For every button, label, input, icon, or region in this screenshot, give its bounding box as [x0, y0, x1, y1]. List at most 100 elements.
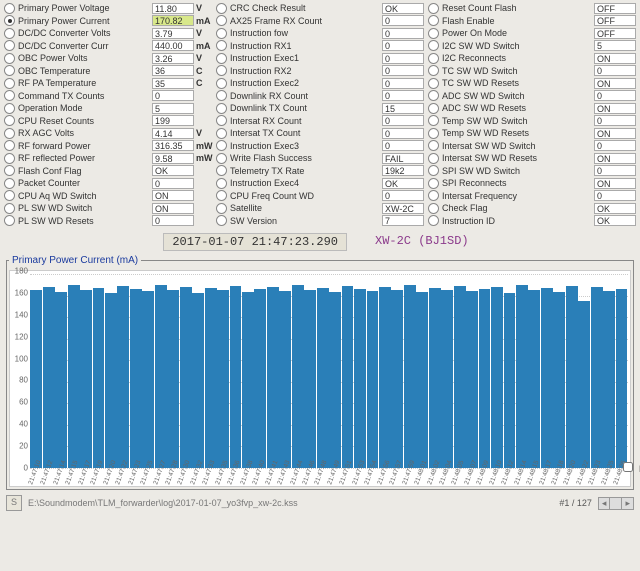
- radio-button[interactable]: [4, 153, 15, 164]
- telemetry-row[interactable]: I2C SW WD Switch5: [428, 40, 636, 53]
- telemetry-row[interactable]: RF forward Power316.35mW: [4, 140, 212, 153]
- radio-button[interactable]: [216, 28, 227, 39]
- telemetry-row[interactable]: Primary Power Current170.82mA: [4, 15, 212, 28]
- radio-button[interactable]: [216, 178, 227, 189]
- radio-button[interactable]: [4, 3, 15, 14]
- radio-button[interactable]: [216, 78, 227, 89]
- telemetry-row[interactable]: ADC SW WD Switch0: [428, 90, 636, 103]
- scrollbar[interactable]: ◂ ▸: [598, 497, 634, 510]
- telemetry-row[interactable]: Instruction RX20: [216, 65, 424, 78]
- radio-button[interactable]: [428, 140, 439, 151]
- radio-button[interactable]: [428, 190, 439, 201]
- telemetry-row[interactable]: RF PA Temperature35C: [4, 77, 212, 90]
- radio-button[interactable]: [428, 128, 439, 139]
- radio-button[interactable]: [216, 15, 227, 26]
- radio-button[interactable]: [4, 65, 15, 76]
- radio-button[interactable]: [4, 15, 15, 26]
- telemetry-row[interactable]: Check FlagOK: [428, 202, 636, 215]
- radio-button[interactable]: [216, 115, 227, 126]
- radio-button[interactable]: [4, 140, 15, 151]
- radio-button[interactable]: [428, 40, 439, 51]
- radio-button[interactable]: [428, 203, 439, 214]
- radio-button[interactable]: [428, 3, 439, 14]
- telemetry-row[interactable]: Instruction Exec30: [216, 140, 424, 153]
- radio-button[interactable]: [4, 103, 15, 114]
- telemetry-row[interactable]: Telemetry TX Rate19k2: [216, 165, 424, 178]
- telemetry-row[interactable]: RF reflected Power9.58mW: [4, 152, 212, 165]
- s-button[interactable]: S: [6, 495, 22, 511]
- telemetry-row[interactable]: ADC SW WD ResetsON: [428, 102, 636, 115]
- telemetry-row[interactable]: DC/DC Converter Volts3.79V: [4, 27, 212, 40]
- telemetry-row[interactable]: Flash EnableOFF: [428, 15, 636, 28]
- radio-button[interactable]: [216, 140, 227, 151]
- radio-button[interactable]: [216, 3, 227, 14]
- radio-button[interactable]: [4, 28, 15, 39]
- telemetry-row[interactable]: PL SW WD Resets0: [4, 215, 212, 228]
- radio-button[interactable]: [428, 65, 439, 76]
- radio-button[interactable]: [428, 153, 439, 164]
- radio-button[interactable]: [4, 53, 15, 64]
- radio-button[interactable]: [4, 128, 15, 139]
- telemetry-row[interactable]: Intersat TX Count0: [216, 127, 424, 140]
- telemetry-row[interactable]: Downlink RX Count0: [216, 90, 424, 103]
- telemetry-row[interactable]: CPU Aq WD SwitchON: [4, 190, 212, 203]
- radio-button[interactable]: [4, 40, 15, 51]
- telemetry-row[interactable]: Intersat SW WD ResetsON: [428, 152, 636, 165]
- radio-button[interactable]: [216, 203, 227, 214]
- telemetry-row[interactable]: Command TX Counts0: [4, 90, 212, 103]
- telemetry-row[interactable]: RX AGC Volts4.14V: [4, 127, 212, 140]
- radio-button[interactable]: [428, 178, 439, 189]
- radio-button[interactable]: [216, 128, 227, 139]
- radio-button[interactable]: [4, 190, 15, 201]
- radio-button[interactable]: [428, 165, 439, 176]
- radio-button[interactable]: [428, 28, 439, 39]
- radio-button[interactable]: [216, 103, 227, 114]
- telemetry-row[interactable]: Temp SW WD Switch0: [428, 115, 636, 128]
- telemetry-row[interactable]: Instruction Exec4OK: [216, 177, 424, 190]
- radio-button[interactable]: [216, 215, 227, 226]
- radio-button[interactable]: [428, 115, 439, 126]
- radio-button[interactable]: [216, 90, 227, 101]
- radio-button[interactable]: [216, 40, 227, 51]
- telemetry-row[interactable]: Packet Counter0: [4, 177, 212, 190]
- telemetry-row[interactable]: OBC Temperature36C: [4, 65, 212, 78]
- radio-button[interactable]: [4, 90, 15, 101]
- telemetry-row[interactable]: Instruction Exec20: [216, 77, 424, 90]
- radio-button[interactable]: [4, 178, 15, 189]
- radio-button[interactable]: [4, 203, 15, 214]
- radio-button[interactable]: [4, 115, 15, 126]
- telemetry-row[interactable]: Write Flash SuccessFAIL: [216, 152, 424, 165]
- radio-button[interactable]: [428, 15, 439, 26]
- radio-button[interactable]: [428, 90, 439, 101]
- telemetry-row[interactable]: Primary Power Voltage11.80V: [4, 2, 212, 15]
- telemetry-row[interactable]: Instruction RX10: [216, 40, 424, 53]
- telemetry-row[interactable]: AX25 Frame RX Count0: [216, 15, 424, 28]
- telemetry-row[interactable]: Flash Conf FlagOK: [4, 165, 212, 178]
- telemetry-row[interactable]: CRC Check ResultOK: [216, 2, 424, 15]
- telemetry-row[interactable]: SPI SW WD Switch0: [428, 165, 636, 178]
- telemetry-row[interactable]: TC SW WD Switch0: [428, 65, 636, 78]
- telemetry-row[interactable]: Instruction IDOK: [428, 215, 636, 228]
- telemetry-row[interactable]: SPI ReconnectsON: [428, 177, 636, 190]
- telemetry-row[interactable]: I2C ReconnectsON: [428, 52, 636, 65]
- radio-button[interactable]: [428, 53, 439, 64]
- radio-button[interactable]: [428, 215, 439, 226]
- telemetry-row[interactable]: DC/DC Converter Curr440.00mA: [4, 40, 212, 53]
- telemetry-row[interactable]: Instruction fow0: [216, 27, 424, 40]
- telemetry-row[interactable]: CPU Freq Count WD0: [216, 190, 424, 203]
- telemetry-row[interactable]: PL SW WD SwitchON: [4, 202, 212, 215]
- telemetry-row[interactable]: SatelliteXW-2C: [216, 202, 424, 215]
- telemetry-row[interactable]: Operation Mode5: [4, 102, 212, 115]
- radio-button[interactable]: [428, 78, 439, 89]
- radio-button[interactable]: [216, 53, 227, 64]
- radio-button[interactable]: [4, 165, 15, 176]
- telemetry-row[interactable]: Reset Count FlashOFF: [428, 2, 636, 15]
- telemetry-row[interactable]: Intersat SW WD Switch0: [428, 140, 636, 153]
- checkbox-b[interactable]: B: [619, 459, 640, 475]
- telemetry-row[interactable]: Intersat RX Count0: [216, 115, 424, 128]
- telemetry-row[interactable]: OBC Power Volts3.26V: [4, 52, 212, 65]
- telemetry-row[interactable]: Intersat Frequency0: [428, 190, 636, 203]
- telemetry-row[interactable]: Instruction Exec10: [216, 52, 424, 65]
- telemetry-row[interactable]: Temp SW WD ResetsON: [428, 127, 636, 140]
- telemetry-row[interactable]: Downlink TX Count15: [216, 102, 424, 115]
